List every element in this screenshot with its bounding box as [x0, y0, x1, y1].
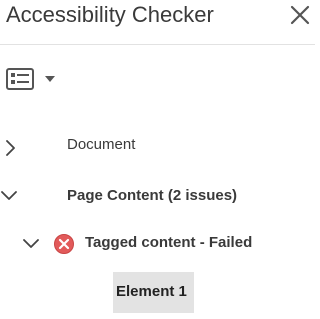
accessibility-checker-panel: Accessibility Checker Document Page Cont…	[0, 0, 315, 319]
tree-item-label: Document	[67, 136, 136, 153]
tree-item-document[interactable]: Document	[0, 130, 315, 162]
chevron-down-icon[interactable]	[23, 236, 39, 252]
failed-icon	[54, 234, 74, 254]
close-button[interactable]	[287, 2, 313, 28]
tree-item-label: Element 1	[116, 283, 187, 300]
chevron-down-icon[interactable]	[1, 188, 17, 204]
tree-item-tagged-content[interactable]: Tagged content - Failed	[0, 228, 315, 260]
panel-title: Accessibility Checker	[6, 2, 214, 27]
list-options-icon	[6, 68, 34, 90]
chevron-right-icon[interactable]	[3, 140, 19, 156]
header-divider	[0, 44, 315, 45]
tree-item-label: Page Content (2 issues)	[67, 187, 238, 204]
tree-item-label: Tagged content - Failed	[85, 234, 253, 251]
options-menu-button[interactable]	[3, 64, 59, 94]
tree-item-element-1[interactable]: Element 1	[113, 272, 194, 313]
tree-item-page-content[interactable]: Page Content (2 issues)	[0, 180, 315, 212]
close-icon	[290, 5, 310, 25]
chevron-down-icon	[45, 76, 55, 82]
